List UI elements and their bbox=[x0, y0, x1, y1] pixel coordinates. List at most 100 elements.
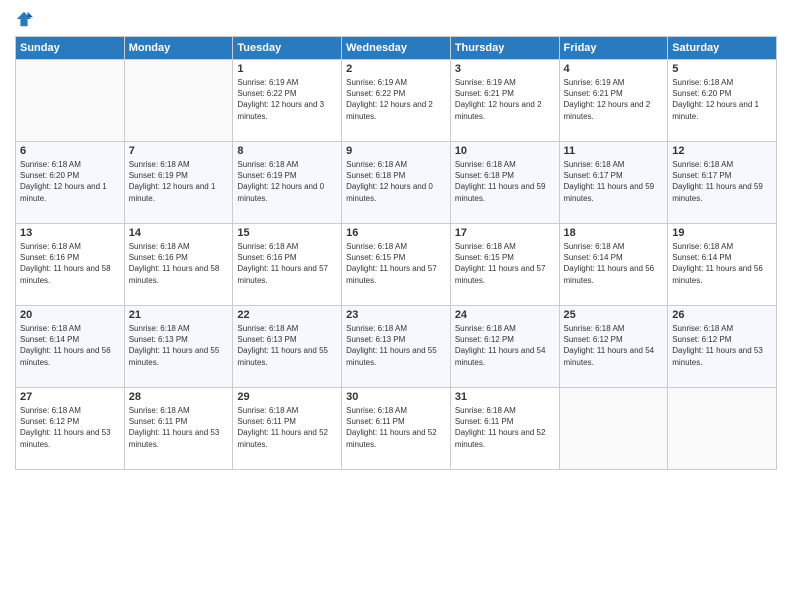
cell-info: Sunrise: 6:18 AMSunset: 6:14 PMDaylight:… bbox=[672, 241, 772, 286]
page-header bbox=[15, 10, 777, 28]
cell-info: Sunrise: 6:18 AMSunset: 6:18 PMDaylight:… bbox=[455, 159, 555, 204]
day-number: 17 bbox=[455, 227, 555, 239]
day-header-thursday: Thursday bbox=[450, 37, 559, 60]
day-header-wednesday: Wednesday bbox=[342, 37, 451, 60]
cell-info: Sunrise: 6:18 AMSunset: 6:11 PMDaylight:… bbox=[237, 405, 337, 450]
day-number: 7 bbox=[129, 145, 229, 157]
calendar-cell: 5Sunrise: 6:18 AMSunset: 6:20 PMDaylight… bbox=[668, 60, 777, 142]
day-number: 25 bbox=[564, 309, 664, 321]
calendar-cell: 20 Sunrise: 6:18 AMSunset: 6:14 PMDayligh… bbox=[16, 306, 125, 388]
calendar-cell: 13Sunrise: 6:18 AMSunset: 6:16 PMDayligh… bbox=[16, 224, 125, 306]
cell-info: Sunrise: 6:18 AMSunset: 6:19 PMDaylight:… bbox=[237, 159, 337, 204]
calendar-cell: 17Sunrise: 6:18 AMSunset: 6:15 PMDayligh… bbox=[450, 224, 559, 306]
cell-info: Sunrise: 6:18 AMSunset: 6:17 PMDaylight:… bbox=[564, 159, 664, 204]
calendar-cell: 30 Sunrise: 6:18 AMSunset: 6:11 PMDayligh… bbox=[342, 388, 451, 470]
week-row-5: 27 Sunrise: 6:18 AMSunset: 6:12 PMDayligh… bbox=[16, 388, 777, 470]
calendar-cell: 23 Sunrise: 6:18 AMSunset: 6:13 PMDayligh… bbox=[342, 306, 451, 388]
calendar-cell: 22 Sunrise: 6:18 AMSunset: 6:13 PMDayligh… bbox=[233, 306, 342, 388]
cell-info: Sunrise: 6:18 AMSunset: 6:15 PMDaylight:… bbox=[346, 241, 446, 286]
cell-info: Sunrise: 6:18 AMSunset: 6:12 PMDaylight:… bbox=[20, 405, 120, 450]
day-number: 6 bbox=[20, 145, 120, 157]
cell-info: Sunrise: 6:18 AMSunset: 6:20 PMDaylight:… bbox=[20, 159, 120, 204]
day-header-monday: Monday bbox=[124, 37, 233, 60]
cell-info: Sunrise: 6:18 AMSunset: 6:11 PMDaylight:… bbox=[346, 405, 446, 450]
day-number: 29 bbox=[237, 391, 337, 403]
cell-info: Sunrise: 6:19 AMSunset: 6:22 PMDaylight:… bbox=[346, 77, 446, 122]
cell-info: Sunrise: 6:18 AMSunset: 6:12 PMDaylight:… bbox=[564, 323, 664, 368]
logo-icon bbox=[15, 10, 33, 28]
day-number: 1 bbox=[237, 63, 337, 75]
calendar-cell: 1 Sunrise: 6:19 AMSunset: 6:22 PMDaylight… bbox=[233, 60, 342, 142]
cell-info: Sunrise: 6:18 AMSunset: 6:14 PMDaylight:… bbox=[564, 241, 664, 286]
calendar-cell: 31 Sunrise: 6:18 AMSunset: 6:11 PMDayligh… bbox=[450, 388, 559, 470]
calendar-cell: 11 Sunrise: 6:18 AMSunset: 6:17 PMDayligh… bbox=[559, 142, 668, 224]
calendar-table: SundayMondayTuesdayWednesdayThursdayFrid… bbox=[15, 36, 777, 470]
calendar-cell bbox=[668, 388, 777, 470]
week-row-2: 6 Sunrise: 6:18 AMSunset: 6:20 PMDaylight… bbox=[16, 142, 777, 224]
cell-info: Sunrise: 6:18 AMSunset: 6:12 PMDaylight:… bbox=[455, 323, 555, 368]
calendar-cell: 19 Sunrise: 6:18 AMSunset: 6:14 PMDayligh… bbox=[668, 224, 777, 306]
day-header-friday: Friday bbox=[559, 37, 668, 60]
logo bbox=[15, 10, 37, 28]
calendar-cell: 15Sunrise: 6:18 AMSunset: 6:16 PMDayligh… bbox=[233, 224, 342, 306]
day-number: 18 bbox=[564, 227, 664, 239]
cell-info: Sunrise: 6:18 AMSunset: 6:13 PMDaylight:… bbox=[346, 323, 446, 368]
day-header-saturday: Saturday bbox=[668, 37, 777, 60]
day-number: 24 bbox=[455, 309, 555, 321]
day-number: 16 bbox=[346, 227, 446, 239]
calendar-cell: 18 Sunrise: 6:18 AMSunset: 6:14 PMDayligh… bbox=[559, 224, 668, 306]
calendar-cell bbox=[124, 60, 233, 142]
day-number: 2 bbox=[346, 63, 446, 75]
header-row: SundayMondayTuesdayWednesdayThursdayFrid… bbox=[16, 37, 777, 60]
cell-info: Sunrise: 6:18 AMSunset: 6:12 PMDaylight:… bbox=[672, 323, 772, 368]
calendar-cell bbox=[559, 388, 668, 470]
day-header-tuesday: Tuesday bbox=[233, 37, 342, 60]
calendar-cell: 8 Sunrise: 6:18 AMSunset: 6:19 PMDaylight… bbox=[233, 142, 342, 224]
calendar-cell bbox=[16, 60, 125, 142]
cell-info: Sunrise: 6:18 AMSunset: 6:19 PMDaylight:… bbox=[129, 159, 229, 204]
cell-info: Sunrise: 6:19 AMSunset: 6:22 PMDaylight:… bbox=[237, 77, 337, 122]
calendar-cell: 9 Sunrise: 6:18 AMSunset: 6:18 PMDaylight… bbox=[342, 142, 451, 224]
cell-info: Sunrise: 6:18 AMSunset: 6:18 PMDaylight:… bbox=[346, 159, 446, 204]
cell-info: Sunrise: 6:18 AMSunset: 6:20 PMDaylight:… bbox=[672, 77, 772, 122]
day-number: 20 bbox=[20, 309, 120, 321]
calendar-cell: 12 Sunrise: 6:18 AMSunset: 6:17 PMDayligh… bbox=[668, 142, 777, 224]
day-number: 31 bbox=[455, 391, 555, 403]
day-number: 14 bbox=[129, 227, 229, 239]
day-number: 8 bbox=[237, 145, 337, 157]
day-number: 12 bbox=[672, 145, 772, 157]
calendar-cell: 16 Sunrise: 6:18 AMSunset: 6:15 PMDayligh… bbox=[342, 224, 451, 306]
day-number: 27 bbox=[20, 391, 120, 403]
day-number: 28 bbox=[129, 391, 229, 403]
day-number: 11 bbox=[564, 145, 664, 157]
cell-info: Sunrise: 6:19 AMSunset: 6:21 PMDaylight:… bbox=[564, 77, 664, 122]
cell-info: Sunrise: 6:18 AMSunset: 6:16 PMDaylight:… bbox=[129, 241, 229, 286]
calendar-cell: 10Sunrise: 6:18 AMSunset: 6:18 PMDayligh… bbox=[450, 142, 559, 224]
calendar-cell: 24 Sunrise: 6:18 AMSunset: 6:12 PMDayligh… bbox=[450, 306, 559, 388]
day-number: 13 bbox=[20, 227, 120, 239]
cell-info: Sunrise: 6:18 AMSunset: 6:13 PMDaylight:… bbox=[237, 323, 337, 368]
cell-info: Sunrise: 6:18 AMSunset: 6:14 PMDaylight:… bbox=[20, 323, 120, 368]
calendar-cell: 21Sunrise: 6:18 AMSunset: 6:13 PMDayligh… bbox=[124, 306, 233, 388]
calendar-cell: 25 Sunrise: 6:18 AMSunset: 6:12 PMDayligh… bbox=[559, 306, 668, 388]
day-header-sunday: Sunday bbox=[16, 37, 125, 60]
calendar-cell: 14 Sunrise: 6:18 AMSunset: 6:16 PMDayligh… bbox=[124, 224, 233, 306]
day-number: 19 bbox=[672, 227, 772, 239]
calendar-cell: 27 Sunrise: 6:18 AMSunset: 6:12 PMDayligh… bbox=[16, 388, 125, 470]
cell-info: Sunrise: 6:19 AMSunset: 6:21 PMDaylight:… bbox=[455, 77, 555, 122]
day-number: 22 bbox=[237, 309, 337, 321]
calendar-cell: 26 Sunrise: 6:18 AMSunset: 6:12 PMDayligh… bbox=[668, 306, 777, 388]
day-number: 26 bbox=[672, 309, 772, 321]
day-number: 30 bbox=[346, 391, 446, 403]
day-number: 9 bbox=[346, 145, 446, 157]
calendar-cell: 2 Sunrise: 6:19 AMSunset: 6:22 PMDaylight… bbox=[342, 60, 451, 142]
cell-info: Sunrise: 6:18 AMSunset: 6:11 PMDaylight:… bbox=[129, 405, 229, 450]
calendar-cell: 7 Sunrise: 6:18 AMSunset: 6:19 PMDaylight… bbox=[124, 142, 233, 224]
cell-info: Sunrise: 6:18 AMSunset: 6:17 PMDaylight:… bbox=[672, 159, 772, 204]
week-row-1: 1 Sunrise: 6:19 AMSunset: 6:22 PMDaylight… bbox=[16, 60, 777, 142]
day-number: 23 bbox=[346, 309, 446, 321]
week-row-3: 13 Sunrise: 6:18 AMSunset: 6:16 PMDayligh… bbox=[16, 224, 777, 306]
cell-info: Sunrise: 6:18 AMSunset: 6:11 PMDaylight:… bbox=[455, 405, 555, 450]
day-number: 4 bbox=[564, 63, 664, 75]
day-number: 3 bbox=[455, 63, 555, 75]
